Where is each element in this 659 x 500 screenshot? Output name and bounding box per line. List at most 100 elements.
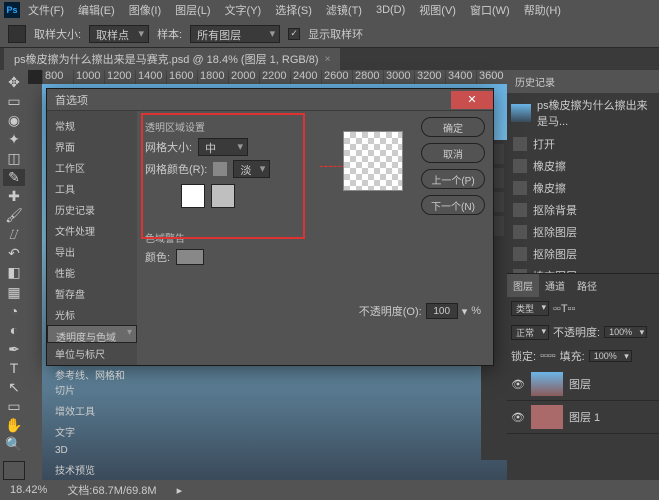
prefs-nav-item[interactable]: 暂存盘 [47,283,137,304]
layers-panel: 图层 通道 路径 类型 ▫▫T▫▫ 正常 不透明度: 100% 锁定: ▫▫▫▫… [507,273,659,480]
pen-tool[interactable]: ✒ [3,341,25,358]
eraser-tool[interactable]: ◧ [3,264,25,281]
sample-label: 样本: [157,26,182,42]
prefs-nav-item[interactable]: 界面 [47,136,137,157]
blur-tool[interactable]: ◔ [3,303,25,320]
prefs-nav-item-selected[interactable]: 透明度与色域 [47,325,137,343]
visibility-icon[interactable]: 👁 [511,410,525,424]
paths-tab[interactable]: 路径 [571,274,603,297]
stamp-tool[interactable]: ⌰ [3,226,25,243]
history-item[interactable]: 打开 [507,133,659,155]
layer-fill-select[interactable]: 100% [589,350,632,362]
prefs-nav-item[interactable]: 3D [47,442,137,459]
chevron-right-icon[interactable]: ▸ [177,484,183,497]
history-item[interactable]: 抠除图层 [507,221,659,243]
history-item[interactable]: 橡皮擦 [507,177,659,199]
show-ring-label: 显示取样环 [308,26,363,42]
menu-edit[interactable]: 编辑(E) [72,0,121,20]
marquee-tool[interactable]: ▭ [3,93,25,110]
fill-label: 填充: [560,348,585,364]
prefs-nav-item[interactable]: 光标 [47,304,137,325]
eyedropper-icon[interactable] [8,25,26,43]
blend-mode-select[interactable]: 正常 [511,325,549,340]
move-tool[interactable]: ✥ [3,74,25,91]
eyedropper-tool[interactable]: ✎ [3,169,25,186]
shape-tool[interactable]: ▭ [3,398,25,415]
menu-3d[interactable]: 3D(D) [370,2,411,18]
annotation-box [141,113,305,239]
history-item[interactable]: 橡皮擦 [507,155,659,177]
path-tool[interactable]: ↖ [3,379,25,396]
prefs-nav-item[interactable]: 历史记录 [47,199,137,220]
menu-image[interactable]: 图像(I) [123,0,167,20]
channels-tab[interactable]: 通道 [539,274,571,297]
visibility-icon[interactable]: 👁 [511,377,525,391]
layer-kind-select[interactable]: 类型 [511,301,549,316]
prefs-nav-item[interactable]: 单位与标尺 [47,343,137,364]
ok-button[interactable]: 确定 [421,117,485,137]
prefs-nav-item[interactable]: 性能 [47,262,137,283]
wand-tool[interactable]: ✦ [3,131,25,148]
prev-button[interactable]: 上一个(P) [421,169,485,189]
prefs-nav-item[interactable]: 文字 [47,421,137,442]
sample-size-select[interactable]: 取样点 [89,25,149,43]
menu-file[interactable]: 文件(F) [22,0,70,20]
gamut-color-swatch[interactable] [176,249,204,265]
dodge-tool[interactable]: ◐ [3,322,25,339]
layer-opacity-select[interactable]: 100% [604,326,647,338]
grid-color-select[interactable]: 淡 [233,160,270,178]
prefs-nav-item[interactable]: 技术预览 [47,459,137,480]
layers-tab[interactable]: 图层 [507,274,539,297]
show-ring-checkbox[interactable]: ✓ [288,28,300,40]
history-item[interactable]: 抠除图层 [507,243,659,265]
document-tabs: ps橡皮擦为什么擦出来是马赛克.psd @ 18.4% (图层 1, RGB/8… [0,48,659,70]
chevron-down-icon[interactable]: ▾ [462,305,468,318]
prefs-nav-item[interactable]: 文件处理 [47,220,137,241]
right-panels: 历史记录 ps橡皮擦为什么擦出来是马... 打开 橡皮擦 橡皮擦 抠除背景 抠除… [507,70,659,480]
prefs-nav-item[interactable]: 参考线、网格和切片 [47,364,137,400]
menu-type[interactable]: 文字(Y) [219,0,268,20]
document-tab[interactable]: ps橡皮擦为什么擦出来是马赛克.psd @ 18.4% (图层 1, RGB/8… [4,48,340,70]
preferences-dialog: 首选项 ✕ 常规 界面 工作区 工具 历史记录 文件处理 导出 性能 暂存盘 光… [46,88,494,366]
zoom-tool[interactable]: 🔍 [3,436,25,453]
lasso-tool[interactable]: ◉ [3,112,25,129]
grid-size-select[interactable]: 中 [198,138,248,156]
text-tool[interactable]: T [3,360,25,377]
sample-layers-select[interactable]: 所有图层 [190,25,280,43]
history-tab[interactable]: 历史记录 [507,70,659,93]
brush-tool[interactable]: 🖌 [3,207,25,224]
percent-label: % [471,305,481,317]
layer-row[interactable]: 👁 图层 [507,368,659,401]
menu-view[interactable]: 视图(V) [413,0,462,20]
dialog-titlebar[interactable]: 首选项 ✕ [47,89,493,111]
color-swatch[interactable] [3,461,25,480]
history-item[interactable]: 抠除背景 [507,199,659,221]
gamut-opacity-input[interactable] [426,303,458,319]
hand-tool[interactable]: ✋ [3,417,25,434]
close-icon[interactable]: ✕ [451,91,493,109]
heal-tool[interactable]: ✚ [3,188,25,205]
zoom-level[interactable]: 18.42% [10,484,47,496]
tools-panel: ✥ ▭ ◉ ✦ ◫ ✎ ✚ 🖌 ⌰ ↶ ◧ ▦ ◔ ◐ ✒ T ↖ ▭ ✋ 🔍 [0,70,28,480]
gradient-tool[interactable]: ▦ [3,284,25,301]
close-tab-icon[interactable]: × [325,54,331,65]
menu-select[interactable]: 选择(S) [269,0,318,20]
prefs-nav-item[interactable]: 增效工具 [47,400,137,421]
next-button[interactable]: 下一个(N) [421,195,485,215]
menu-help[interactable]: 帮助(H) [518,0,567,20]
prefs-nav-item[interactable]: 常规 [47,115,137,136]
gamut-color-label: 颜色: [145,249,170,265]
menu-layer[interactable]: 图层(L) [169,0,216,20]
menu-window[interactable]: 窗口(W) [464,0,516,20]
layer-thumb [531,372,563,396]
prefs-nav-item[interactable]: 工具 [47,178,137,199]
cancel-button[interactable]: 取消 [421,143,485,163]
layer-row[interactable]: 👁 图层 1 [507,401,659,434]
prefs-nav-item[interactable]: 导出 [47,241,137,262]
menu-filter[interactable]: 滤镜(T) [320,0,368,20]
history-item[interactable]: 填充图层 [507,265,659,273]
layer-name: 图层 1 [569,409,600,425]
crop-tool[interactable]: ◫ [3,150,25,167]
history-brush-tool[interactable]: ↶ [3,245,25,262]
prefs-nav-item[interactable]: 工作区 [47,157,137,178]
